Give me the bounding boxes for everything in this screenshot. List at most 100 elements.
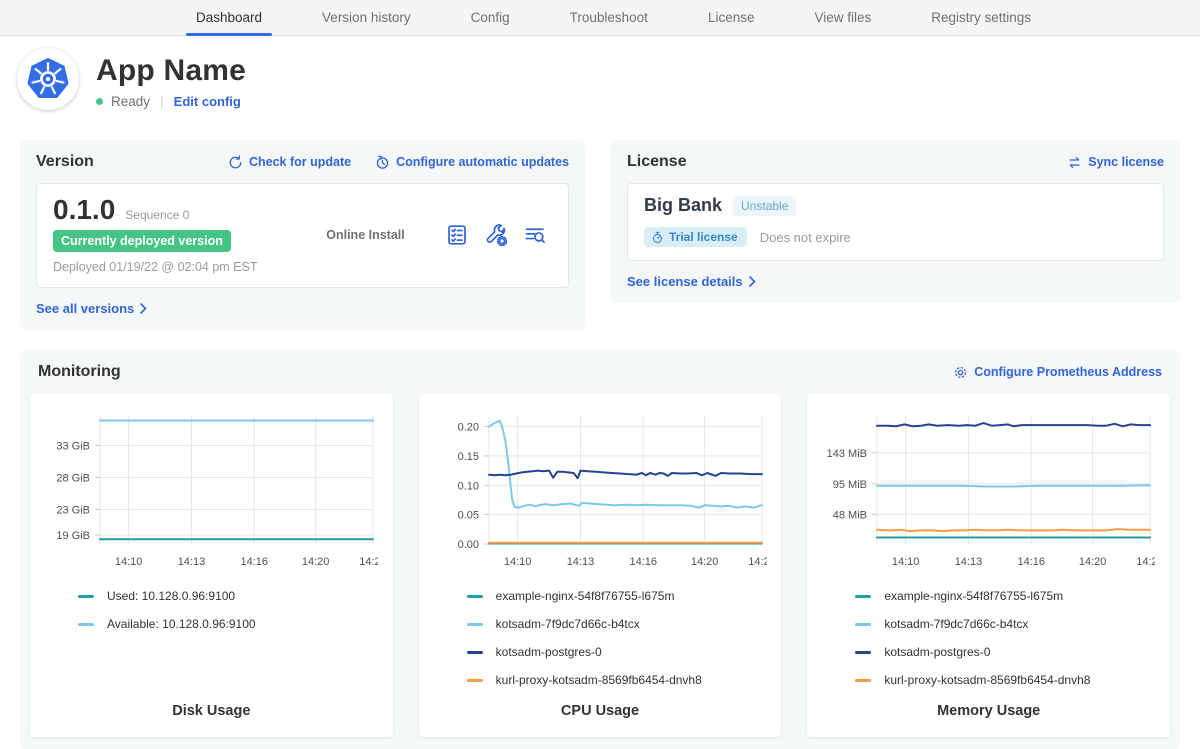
- sync-arrows-icon: [1067, 155, 1082, 170]
- monitoring-card: Monitoring Configure Prometheus Address …: [20, 350, 1180, 749]
- app-icon: [17, 48, 79, 110]
- legend-label: kotsadm-7f9dc7d66c-b4tcx: [496, 617, 640, 631]
- deployed-timestamp: Deployed 01/19/22 @ 02:04 pm EST: [53, 260, 285, 274]
- legend-label: kotsadm-postgres-0: [496, 645, 602, 659]
- deployed-version-card: 0.1.0 Sequence 0 Currently deployed vers…: [36, 183, 569, 288]
- svg-text:14:23: 14:23: [359, 556, 378, 568]
- legend-label: kurl-proxy-kotsadm-8569fb6454-dnvh8: [496, 673, 702, 687]
- legend-dash-icon: [467, 651, 483, 654]
- svg-text:14:16: 14:16: [629, 556, 657, 568]
- clock-refresh-icon: [375, 155, 390, 170]
- see-all-versions-link[interactable]: See all versions: [36, 301, 147, 316]
- legend-item: kotsadm-7f9dc7d66c-b4tcx: [855, 610, 1156, 638]
- sync-license-button[interactable]: Sync license: [1067, 155, 1164, 170]
- svg-text:23 GiB: 23 GiB: [56, 505, 90, 517]
- tab-registry-settings[interactable]: Registry settings: [927, 0, 1035, 35]
- version-card-title: Version: [36, 153, 94, 171]
- legend-label: kurl-proxy-kotsadm-8569fb6454-dnvh8: [884, 673, 1090, 687]
- svg-text:14:13: 14:13: [955, 556, 983, 568]
- refresh-icon: [228, 155, 243, 170]
- ready-status-dot-icon: [96, 98, 103, 105]
- legend-dash-icon: [855, 595, 871, 598]
- chart-title: Disk Usage: [44, 703, 379, 737]
- tab-config[interactable]: Config: [467, 0, 514, 35]
- top-nav: Dashboard Version history Config Trouble…: [0, 0, 1200, 36]
- svg-text:14:20: 14:20: [302, 556, 330, 568]
- license-card: License Sync license Big Bank Unstable: [611, 140, 1180, 303]
- legend-item: example-nginx-54f8f76755-l675m: [855, 582, 1156, 610]
- license-expiry-text: Does not expire: [760, 230, 851, 245]
- gear-icon: [953, 365, 968, 380]
- svg-text:28 GiB: 28 GiB: [56, 473, 90, 485]
- svg-text:14:10: 14:10: [115, 556, 143, 568]
- legend-dash-icon: [467, 623, 483, 626]
- legend-label: Used: 10.128.0.96:9100: [107, 589, 235, 603]
- see-license-details-link[interactable]: See license details: [627, 274, 756, 289]
- configure-automatic-updates-button[interactable]: Configure automatic updates: [375, 155, 569, 170]
- memory-usage-legend: example-nginx-54f8f76755-l675m kotsadm-7f…: [821, 582, 1156, 694]
- svg-text:14:10: 14:10: [504, 556, 532, 568]
- memory-usage-chart: 14:1014:1314:1614:2014:23143 MiB95 MiB48…: [821, 404, 1155, 574]
- svg-text:14:23: 14:23: [1137, 556, 1156, 568]
- legend-item: example-nginx-54f8f76755-l675m: [467, 582, 768, 610]
- cpu-usage-legend: example-nginx-54f8f76755-l675m kotsadm-7f…: [433, 582, 768, 694]
- svg-text:14:13: 14:13: [566, 556, 594, 568]
- preflight-checks-icon[interactable]: [446, 224, 468, 246]
- svg-text:14:16: 14:16: [240, 556, 268, 568]
- legend-dash-icon: [855, 623, 871, 626]
- svg-text:0.20: 0.20: [457, 422, 478, 434]
- sequence-label: Sequence 0: [125, 208, 189, 222]
- chart-title: Memory Usage: [821, 703, 1156, 737]
- legend-label: example-nginx-54f8f76755-l675m: [496, 589, 675, 603]
- legend-dash-icon: [467, 595, 483, 598]
- disk-usage-legend: Used: 10.128.0.96:9100 Available: 10.128.…: [44, 582, 379, 638]
- version-number: 0.1.0: [53, 195, 115, 224]
- legend-dash-icon: [467, 679, 483, 682]
- configure-prometheus-button[interactable]: Configure Prometheus Address: [953, 365, 1162, 380]
- tab-troubleshoot[interactable]: Troubleshoot: [566, 0, 652, 35]
- svg-text:0.00: 0.00: [457, 539, 478, 551]
- svg-text:14:10: 14:10: [892, 556, 920, 568]
- tab-dashboard[interactable]: Dashboard: [192, 0, 266, 35]
- svg-text:33 GiB: 33 GiB: [56, 441, 90, 453]
- chevron-right-icon: [140, 303, 147, 314]
- app-header: App Name Ready | Edit config: [0, 36, 1200, 110]
- deployed-status-badge: Currently deployed version: [53, 230, 231, 252]
- legend-dash-icon: [78, 595, 94, 598]
- version-card: Version Check for update Configure au: [20, 140, 585, 330]
- license-card-title: License: [627, 153, 687, 171]
- svg-text:48 MiB: 48 MiB: [833, 510, 867, 522]
- kubernetes-logo-icon: [26, 57, 70, 101]
- svg-text:0.05: 0.05: [457, 510, 478, 522]
- legend-dash-icon: [855, 679, 871, 682]
- tab-version-history[interactable]: Version history: [318, 0, 415, 35]
- legend-item: kurl-proxy-kotsadm-8569fb6454-dnvh8: [467, 666, 768, 694]
- legend-dash-icon: [78, 623, 94, 626]
- status-text: Ready: [111, 94, 150, 109]
- edit-config-link[interactable]: Edit config: [174, 94, 241, 109]
- legend-item: Available: 10.128.0.96:9100: [78, 610, 379, 638]
- svg-text:143 MiB: 143 MiB: [827, 448, 867, 460]
- tab-view-files[interactable]: View files: [810, 0, 875, 35]
- cpu-usage-chart: 14:1014:1314:1614:2014:230.200.150.100.0…: [433, 404, 767, 574]
- edit-config-wrench-icon[interactable]: [485, 224, 507, 246]
- tab-license[interactable]: License: [704, 0, 759, 35]
- svg-text:14:23: 14:23: [748, 556, 767, 568]
- svg-text:14:13: 14:13: [178, 556, 206, 568]
- legend-item: kurl-proxy-kotsadm-8569fb6454-dnvh8: [855, 666, 1156, 694]
- legend-item: Used: 10.128.0.96:9100: [78, 582, 379, 610]
- svg-text:19 GiB: 19 GiB: [56, 530, 90, 542]
- view-logs-icon[interactable]: [524, 224, 546, 246]
- svg-text:0.10: 0.10: [457, 481, 478, 493]
- legend-label: example-nginx-54f8f76755-l675m: [884, 589, 1063, 603]
- legend-dash-icon: [855, 651, 871, 654]
- disk-usage-chart-card: 14:10 14:13 14:16 14:20 14:23 33 GiB 28 GiB 23 …: [30, 394, 393, 737]
- legend-item: kotsadm-postgres-0: [467, 638, 768, 666]
- license-type-badge: Trial license: [644, 227, 747, 247]
- install-type-label: Online Install: [285, 228, 446, 242]
- monitoring-title: Monitoring: [38, 363, 121, 381]
- check-for-update-button[interactable]: Check for update: [228, 155, 351, 170]
- stopwatch-icon: [651, 231, 664, 244]
- legend-label: kotsadm-postgres-0: [884, 645, 990, 659]
- page-title: App Name: [96, 54, 246, 88]
